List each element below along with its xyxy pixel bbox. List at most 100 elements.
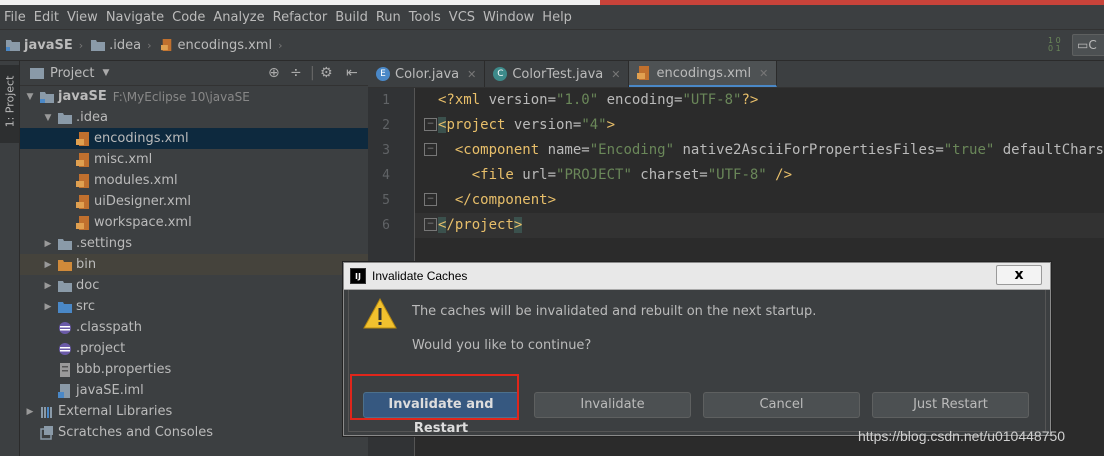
xml-file-icon — [76, 152, 94, 167]
hide-icon[interactable]: ⇤ — [346, 65, 358, 81]
fold-icon[interactable]: − — [424, 118, 437, 131]
tree-item[interactable]: ▶ doc — [20, 275, 368, 296]
menu-run[interactable]: Run — [372, 10, 405, 25]
line-number: 6 — [382, 218, 390, 233]
tree-item[interactable]: ▼ javaSE F:\MyEclipse 10\javaSE — [20, 86, 368, 107]
menu-tools[interactable]: Tools — [405, 10, 445, 25]
menu-view[interactable]: View — [63, 10, 102, 25]
library-icon — [40, 405, 58, 419]
tree-item[interactable]: .project — [20, 338, 368, 359]
tab-colortest-java[interactable]: C ColorTest.java ✕ — [485, 61, 630, 87]
menu-edit[interactable]: Edit — [30, 10, 63, 25]
breadcrumb-item-idea[interactable]: .idea — [85, 38, 147, 53]
breadcrumb-item-encodings[interactable]: encodings.xml — [154, 38, 279, 53]
tree-item[interactable]: encodings.xml — [20, 128, 368, 149]
menu-vcs[interactable]: VCS — [445, 10, 479, 25]
highlight-annotation-box — [350, 374, 519, 420]
tree-item-label: External Libraries — [58, 404, 173, 419]
folder-icon — [91, 40, 106, 51]
tab-encodings-xml[interactable]: encodings.xml ✕ — [629, 61, 778, 87]
close-icon[interactable]: ✕ — [759, 67, 768, 80]
menu-window[interactable]: Window — [479, 10, 538, 25]
project-tool-tab[interactable]: 1: Project — [0, 65, 19, 143]
tab-label: encodings.xml — [656, 65, 752, 81]
tree-item-label: misc.xml — [94, 152, 153, 167]
tab-color-java[interactable]: E Color.java ✕ — [368, 61, 486, 87]
menu-file[interactable]: File — [0, 10, 30, 25]
tree-item[interactable]: .classpath — [20, 317, 368, 338]
xml-file-icon — [76, 215, 94, 230]
tree-item[interactable]: workspace.xml — [20, 212, 368, 233]
menu-navigate[interactable]: Navigate — [102, 10, 168, 25]
tree-item[interactable]: misc.xml — [20, 149, 368, 170]
project-view-icon — [30, 68, 44, 79]
menu-build[interactable]: Build — [331, 10, 372, 25]
run-config-button[interactable]: ▭C — [1072, 34, 1104, 56]
fold-icon[interactable]: − — [424, 218, 437, 231]
chevron-down-icon[interactable]: ▼ — [24, 92, 36, 102]
chevron-down-icon[interactable]: ▼ — [42, 113, 54, 123]
collapse-icon[interactable]: ÷ — [290, 65, 302, 81]
code-line-5: </component> — [454, 192, 557, 208]
folder-icon — [58, 111, 76, 125]
menu-refactor[interactable]: Refactor — [269, 10, 332, 25]
cancel-button[interactable]: Cancel — [703, 392, 860, 418]
properties-file-icon — [58, 362, 76, 377]
class-icon: C — [493, 67, 508, 81]
chevron-down-icon[interactable]: ▼ — [102, 68, 109, 78]
line-number: 5 — [382, 193, 390, 208]
invalidate-button[interactable]: Invalidate — [534, 392, 691, 418]
tree-item[interactable]: ▶ External Libraries — [20, 401, 368, 422]
fold-icon[interactable]: − — [424, 193, 437, 206]
code-line-4: <file url="PROJECT" charset="UTF-8" /> — [471, 167, 793, 183]
dialog-close-button[interactable]: x — [996, 265, 1042, 285]
tree-item[interactable]: ▶ src — [20, 296, 368, 317]
tree-item[interactable]: bbb.properties — [20, 359, 368, 380]
just-restart-button[interactable]: Just Restart — [872, 392, 1029, 418]
dialog-message: The caches will be invalidated and rebui… — [412, 304, 817, 319]
tree-item-label: workspace.xml — [94, 215, 192, 230]
intellij-icon: IJ — [350, 268, 366, 284]
dialog-title: Invalidate Caches — [372, 269, 468, 283]
menu-code[interactable]: Code — [168, 10, 209, 25]
chevron-right-icon[interactable]: ▶ — [42, 239, 54, 249]
tree-item[interactable]: Scratches and Consoles — [20, 422, 368, 443]
warning-icon — [363, 298, 397, 329]
code-line-6: </project> — [438, 217, 523, 233]
tree-item[interactable]: uiDesigner.xml — [20, 191, 368, 212]
folder-blue-icon — [58, 300, 76, 314]
enum-icon: E — [376, 67, 390, 81]
tree-item-label: src — [76, 299, 95, 314]
binary-icon[interactable]: 1 00 1 — [1048, 37, 1064, 53]
chevron-right-icon[interactable]: ▶ — [42, 260, 54, 270]
chevron-right-icon[interactable]: ▶ — [42, 281, 54, 291]
line-number: 3 — [382, 143, 390, 158]
close-icon[interactable]: ✕ — [611, 68, 620, 81]
dialog-question: Would you like to continue? — [412, 338, 592, 353]
tab-label: Color.java — [395, 66, 460, 82]
tool-window-strip: 1: Project — [0, 61, 20, 456]
folder-orange-icon — [58, 258, 76, 272]
xml-file-icon — [76, 194, 94, 209]
tree-item[interactable]: modules.xml — [20, 170, 368, 191]
chevron-right-icon[interactable]: ▶ — [24, 407, 36, 417]
gear-icon[interactable]: ⚙ — [320, 65, 333, 81]
tree-item-label: modules.xml — [94, 173, 178, 188]
project-tree: ▼ javaSE F:\MyEclipse 10\javaSE ▼ .idea encod… — [20, 86, 368, 456]
code-line-1: <?xml version="1.0" encoding="UTF-8"?> — [438, 92, 759, 108]
dialog-title-bar: IJ Invalidate Caches — [344, 263, 1050, 290]
tree-item[interactable]: ▶ .settings — [20, 233, 368, 254]
close-icon[interactable]: ✕ — [467, 68, 476, 81]
tree-item[interactable]: ▼ .idea — [20, 107, 368, 128]
chevron-right-icon[interactable]: ▶ — [42, 302, 54, 312]
menu-analyze[interactable]: Analyze — [209, 10, 268, 25]
fold-icon[interactable]: − — [424, 143, 437, 156]
tree-item-label: .idea — [76, 110, 108, 125]
menu-help[interactable]: Help — [538, 10, 576, 25]
chevron-right-icon: › — [78, 38, 84, 52]
tree-item[interactable]: javaSE.iml — [20, 380, 368, 401]
locate-icon[interactable]: ⊕ — [268, 65, 280, 81]
tree-item[interactable]: ▶ bin — [20, 254, 368, 275]
project-panel-title[interactable]: Project — [50, 66, 94, 81]
breadcrumb-item-javase[interactable]: javaSE — [0, 38, 79, 53]
